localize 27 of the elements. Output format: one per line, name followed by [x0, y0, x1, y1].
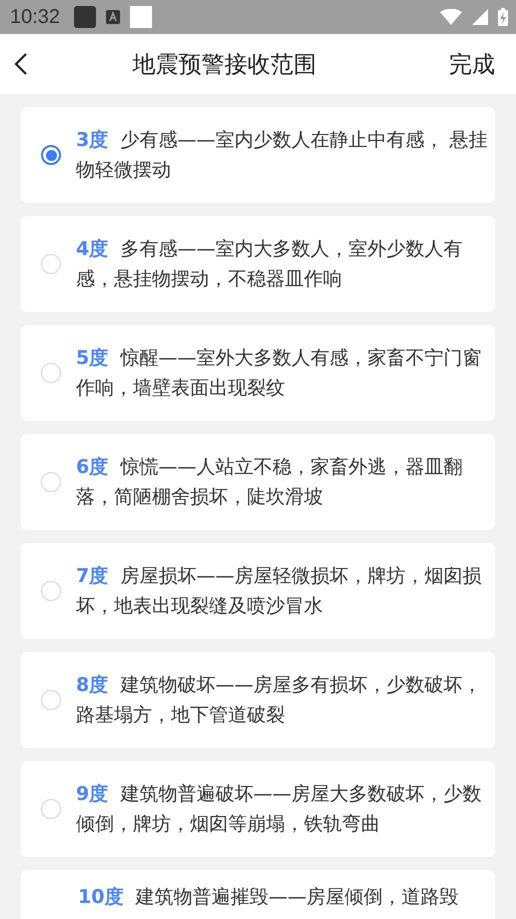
option-card[interactable]: 10度 建筑物普遍摧毁——房屋倾倒，道路毁	[21, 870, 495, 919]
signal-icon	[472, 9, 488, 25]
done-button[interactable]: 完成	[449, 48, 495, 80]
option-text: 9度 建筑物普遍破坏——房屋大多数破坏，少数倾倒，牌坊，烟囱等崩塌，铁轨弯曲	[76, 782, 482, 837]
option-card[interactable]: 8度 建筑物破坏——房屋多有损坏，少数破坏，路基塌方，地下管道破裂	[21, 652, 495, 748]
option-text: 5度 惊醒——室外大多数人有感，家畜不宁门窗作响，墙壁表面出现裂纹	[76, 346, 482, 401]
option-card[interactable]: 9度 建筑物普遍破坏——房屋大多数破坏，少数倾倒，牌坊，烟囱等崩塌，铁轨弯曲	[21, 761, 495, 857]
radio-button[interactable]	[41, 145, 61, 165]
option-card[interactable]: 6度 惊慌——人站立不稳，家畜外逃，器皿翻落，简陋棚舍损坏，陡坎滑坡	[21, 434, 495, 530]
option-card[interactable]: 4度 多有感——室内大多数人，室外少数人有感，悬挂物摆动，不稳器皿作响	[21, 216, 495, 312]
page-title: 地震预警接收范围	[132, 50, 316, 80]
wifi-icon	[440, 9, 462, 25]
option-card[interactable]: 3度 少有感——室内少数人在静止中有感， 悬挂物轻微摆动	[21, 107, 495, 203]
notification-icon	[130, 6, 152, 28]
option-text: 4度 多有感——室内大多数人，室外少数人有感，悬挂物摆动，不稳器皿作响	[76, 237, 464, 292]
status-time: 10:32	[10, 6, 60, 28]
keyboard-icon	[106, 10, 120, 24]
option-text: 3度 少有感——室内少数人在静止中有感， 悬挂物轻微摆动	[76, 128, 488, 183]
option-text: 6度 惊慌——人站立不稳，家畜外逃，器皿翻落，简陋棚舍损坏，陡坎滑坡	[76, 455, 464, 510]
option-text: 8度 建筑物破坏——房屋多有损坏，少数破坏，路基塌方，地下管道破裂	[76, 673, 482, 728]
option-text: 10度 建筑物普遍摧毁——房屋倾倒，道路毁	[78, 885, 459, 910]
option-text: 7度 房屋损坏——房屋轻微损坏，牌坊，烟囱损坏，地表出现裂缝及喷沙冒水	[76, 564, 482, 619]
battery-charging-icon	[498, 8, 508, 26]
back-icon[interactable]	[14, 52, 28, 76]
notification-icon	[74, 6, 96, 28]
option-card[interactable]: 7度 房屋损坏——房屋轻微损坏，牌坊，烟囱损坏，地表出现裂缝及喷沙冒水	[21, 543, 495, 639]
option-card[interactable]: 5度 惊醒——室外大多数人有感，家畜不宁门窗作响，墙壁表面出现裂纹	[21, 325, 495, 421]
